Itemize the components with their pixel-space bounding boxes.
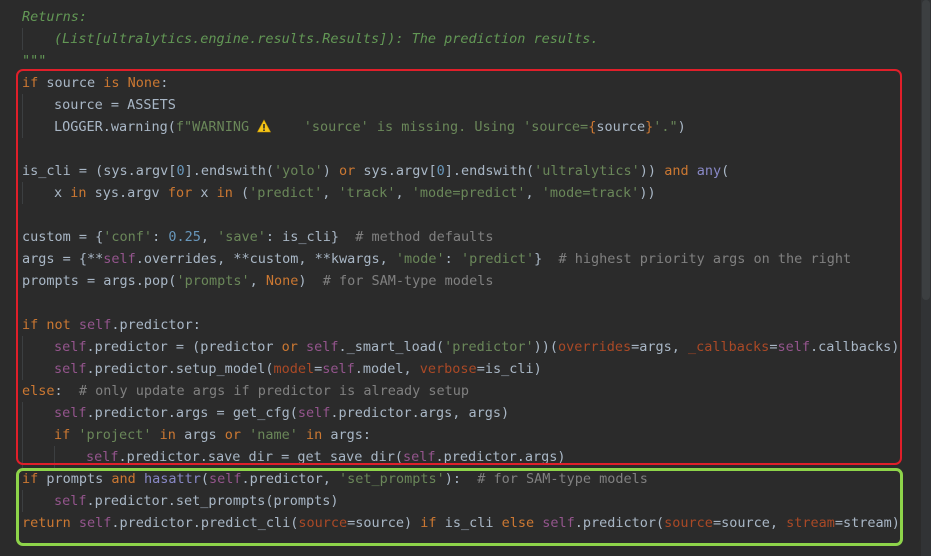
code-line[interactable]: Returns: — [0, 6, 931, 28]
line-content: """ — [22, 53, 46, 69]
code-editor[interactable]: Returns: (List[ultralytics.engine.results… — [0, 0, 931, 556]
code-token: """ — [22, 53, 47, 69]
code-token: Returns: — [22, 9, 88, 25]
code-line[interactable]: (List[ultralytics.engine.results.Results… — [0, 28, 931, 50]
green-highlight-box — [16, 468, 903, 546]
line-content: (List[ultralytics.engine.results.Results… — [22, 31, 599, 47]
vertical-scrollbar[interactable] — [921, 0, 931, 556]
red-highlight-box — [16, 69, 902, 465]
code-token: (List[ultralytics.engine.results.Results… — [54, 31, 599, 47]
indent-guide — [22, 28, 23, 50]
line-content: Returns: — [22, 9, 87, 25]
scrollbar-thumb[interactable] — [922, 0, 930, 300]
